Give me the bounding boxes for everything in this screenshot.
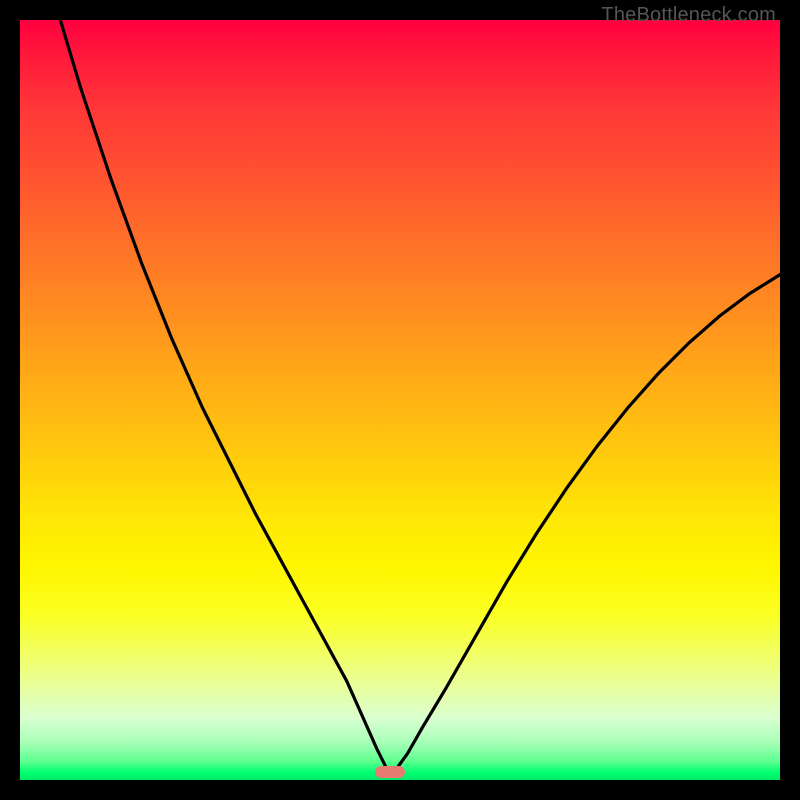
curve-left-branch (60, 20, 388, 772)
watermark-text: TheBottleneck.com (601, 4, 776, 27)
plot-area (20, 20, 780, 780)
minimum-marker (375, 766, 405, 778)
bottleneck-curve (20, 20, 780, 780)
curve-right-branch (394, 275, 780, 773)
chart-frame: TheBottleneck.com (0, 0, 800, 800)
